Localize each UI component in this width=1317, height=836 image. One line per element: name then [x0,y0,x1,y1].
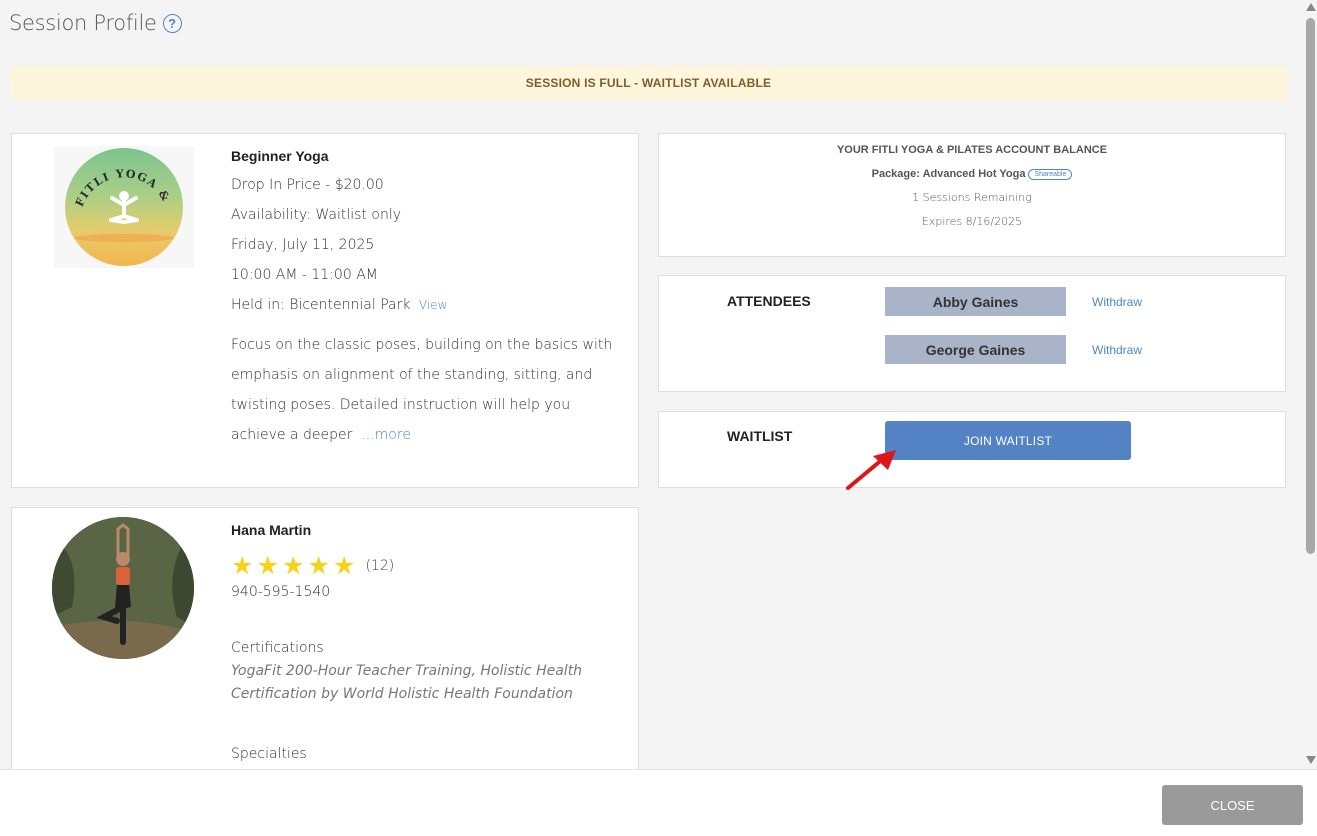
scroll-up-icon[interactable] [1306,3,1316,11]
description-text: Focus on the classic poses, building on … [231,337,613,443]
pointer-arrow-icon [846,450,896,490]
scroll-down-icon[interactable] [1306,756,1316,764]
star-icon: ★ [307,552,330,580]
drop-in-price: Drop In Price - $20.00 [231,177,384,193]
help-icon[interactable]: ? [162,13,182,33]
svg-text:FITLI YOGA & PILATES: FITLI YOGA & PILATES [65,148,175,209]
modal-footer: CLOSE [0,769,1317,836]
attendee-name: Abby Gaines [885,287,1066,316]
session-info: Beginner Yoga Drop In Price - $20.00 Ava… [231,148,631,450]
star-icon: ★ [282,552,305,580]
review-count[interactable]: (12) [366,558,395,574]
star-icon: ★ [231,552,254,580]
specialties-label: Specialties [231,746,307,762]
package-expiry: Expires 8/16/2025 [921,215,1023,228]
star-rating: ★ ★ ★ ★ ★ (12) [231,552,631,580]
package-name: Package: Advanced Hot Yoga [871,168,1026,180]
yoga-logo-icon: FITLI YOGA & PILATES [65,148,183,266]
attendees-label: ATTENDEES [727,293,811,309]
page-title: Session Profile [9,11,157,35]
session-name: Beginner Yoga [231,148,329,164]
instructor-avatar [52,517,194,659]
instructor-name: Hana Martin [231,522,312,538]
withdraw-link[interactable]: Withdraw [1092,343,1142,357]
session-card: FITLI YOGA & PILATES Beginner Yoga Drop … [11,133,639,488]
scroll-thumb[interactable] [1306,18,1315,554]
session-time: 10:00 AM - 11:00 AM [231,267,378,283]
scrollbar[interactable] [1303,0,1317,769]
sessions-remaining: 1 Sessions Remaining [912,191,1032,204]
session-location: Held in: Bicentennial Park View [231,290,631,320]
certifications-label: Certifications [231,640,324,656]
shareable-badge: Shareable [1028,168,1073,180]
page-header: Session Profile ? [9,8,182,38]
attendees-card: ATTENDEES Abby Gaines Withdraw George Ga… [658,275,1286,392]
availability: Availability: Waitlist only [231,207,401,223]
package-row: Package: Advanced Hot Yoga Shareable [659,168,1285,180]
star-icon: ★ [256,552,279,580]
view-location-link[interactable]: View [419,298,447,312]
instructor-info: Hana Martin ★ ★ ★ ★ ★ (12) 940-595-1540 … [231,522,631,762]
session-logo: FITLI YOGA & PILATES [54,146,194,268]
attendee-name: George Gaines [885,335,1066,364]
more-link[interactable]: ...more [361,427,411,443]
balance-title: YOUR FITLI YOGA & PILATES ACCOUNT BALANC… [836,144,1108,156]
close-button[interactable]: CLOSE [1162,785,1303,825]
session-date: Friday, July 11, 2025 [231,237,375,253]
waitlist-label: WAITLIST [727,428,793,444]
star-icon: ★ [333,552,356,580]
join-waitlist-button[interactable]: JOIN WAITLIST [885,421,1131,460]
account-balance-card: YOUR FITLI YOGA & PILATES ACCOUNT BALANC… [658,133,1286,257]
certifications-text: YogaFit 200-Hour Teacher Training, Holis… [231,663,583,702]
instructor-card: Hana Martin ★ ★ ★ ★ ★ (12) 940-595-1540 … [11,507,639,787]
waitlist-card: WAITLIST JOIN WAITLIST [658,411,1286,488]
session-full-banner: SESSION IS FULL - WAITLIST AVAILABLE [10,66,1287,99]
session-description: Focus on the classic poses, building on … [231,330,623,450]
location-text: Held in: Bicentennial Park [231,297,411,313]
instructor-phone: 940-595-1540 [231,584,331,600]
withdraw-link[interactable]: Withdraw [1092,295,1142,309]
